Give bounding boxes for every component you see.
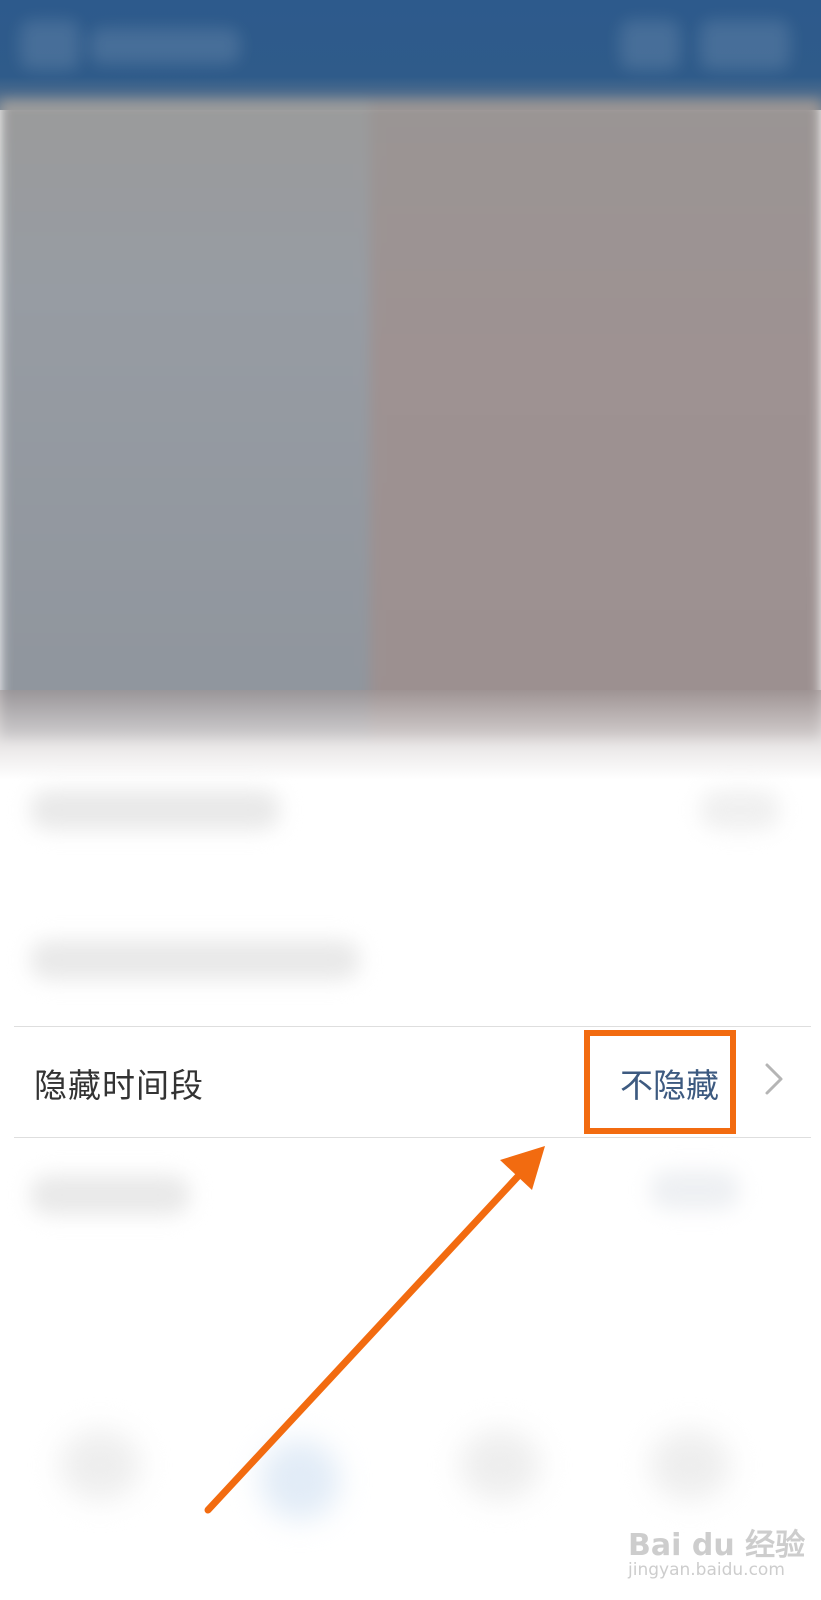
blurred-cover-left bbox=[0, 100, 370, 740]
blurred-cover-image bbox=[0, 100, 821, 740]
screen: 隐藏时间段 不隐藏 Bai du 经验 jingyan.baidu.com bbox=[0, 0, 821, 1600]
watermark-url: jingyan.baidu.com bbox=[628, 1560, 785, 1580]
blurred-header-icon bbox=[620, 20, 680, 70]
blurred-bottom-icon bbox=[260, 1440, 340, 1520]
blurred-back-icon bbox=[20, 20, 80, 70]
hide-time-period-label: 隐藏时间段 bbox=[34, 1066, 204, 1105]
chevron-right-icon[interactable] bbox=[759, 1059, 789, 1099]
blurred-row-label bbox=[30, 1175, 190, 1215]
annotation-highlight-box bbox=[584, 1030, 736, 1134]
blurred-row-label bbox=[30, 940, 360, 980]
blurred-header-title bbox=[90, 28, 240, 64]
blurred-row-value bbox=[650, 1170, 740, 1210]
blurred-row-label bbox=[30, 790, 280, 830]
blurred-bottom-icon bbox=[460, 1430, 540, 1500]
baidu-jingyan-watermark: Bai du 经验 jingyan.baidu.com bbox=[628, 1520, 805, 1590]
cover-fade bbox=[0, 690, 821, 780]
blurred-header-icon bbox=[700, 20, 790, 70]
blurred-cover-right bbox=[370, 100, 821, 740]
blurred-header-bar bbox=[0, 0, 821, 110]
blurred-row-value bbox=[700, 790, 780, 830]
watermark-brand: Bai du 经验 bbox=[628, 1528, 806, 1563]
blurred-bottom-icon bbox=[650, 1430, 730, 1500]
blurred-bottom-icon bbox=[60, 1430, 140, 1500]
